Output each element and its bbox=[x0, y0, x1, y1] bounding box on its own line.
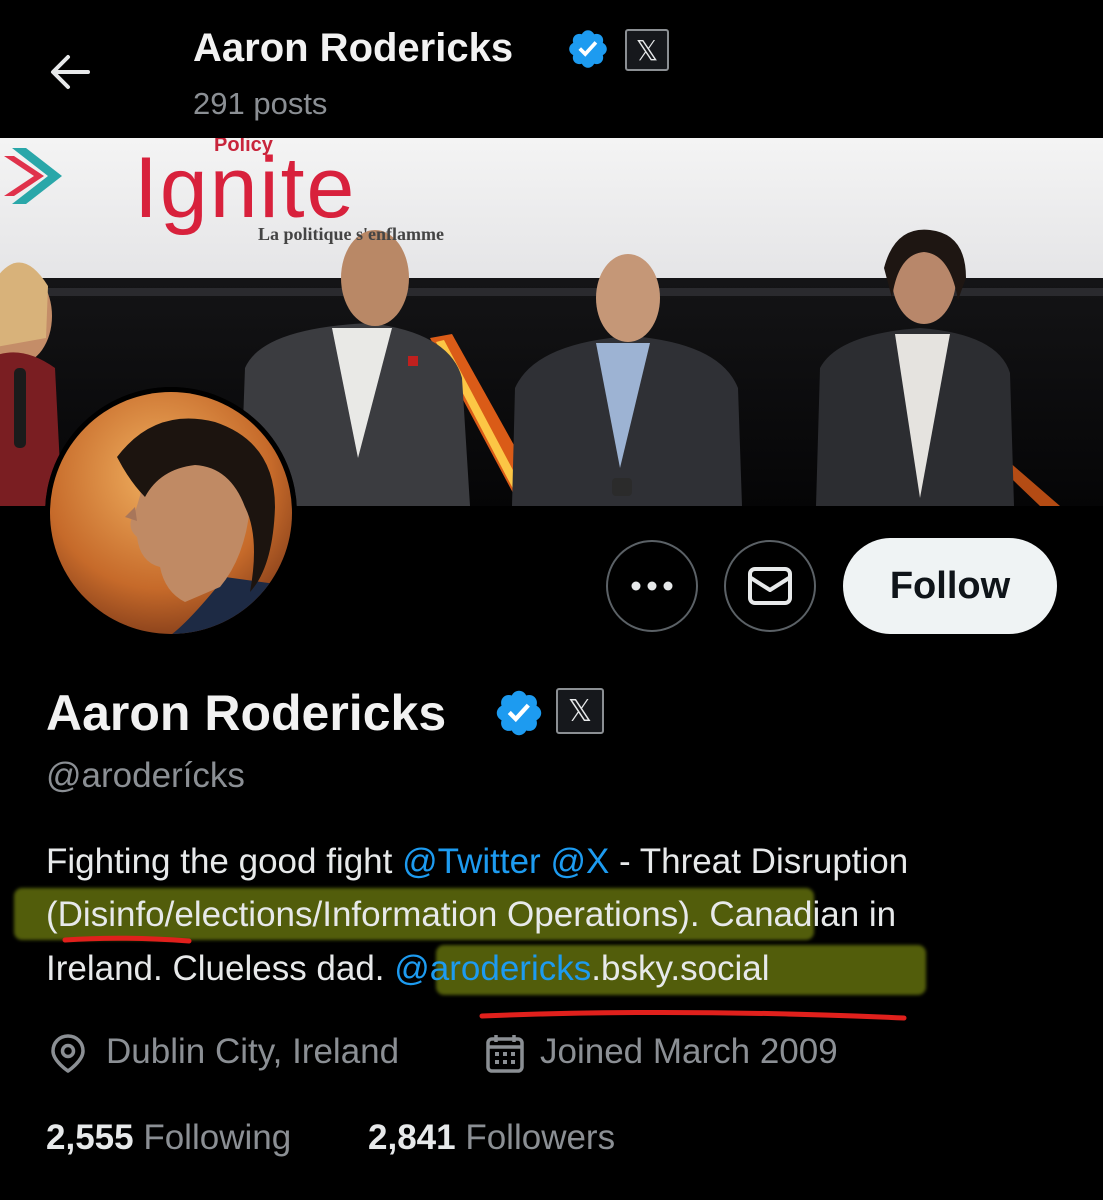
arrow-left-icon bbox=[51, 55, 90, 89]
verified-badge-icon bbox=[569, 30, 607, 68]
followers-link[interactable]: 2,841 Followers bbox=[368, 1118, 615, 1158]
bio-text: Ireland. Clueless dad. bbox=[46, 949, 395, 988]
followers-label: Followers bbox=[465, 1118, 616, 1157]
profile-handle: @aroderícks bbox=[46, 756, 245, 795]
bio-text: Fighting the good fight bbox=[46, 842, 403, 881]
following-label: Following bbox=[143, 1118, 292, 1157]
banner-sign-tagline: La politique s'enflamme bbox=[258, 224, 445, 244]
envelope-icon bbox=[748, 567, 792, 605]
bio-line: (Disinfo/elections/Information Operation… bbox=[46, 895, 897, 934]
followers-count: 2,841 bbox=[368, 1118, 456, 1157]
profile-name: Aaron Rodericks bbox=[46, 685, 447, 741]
profile-location: Dublin City, Ireland bbox=[106, 1032, 400, 1071]
following-link[interactable]: 2,555 Following bbox=[46, 1118, 291, 1158]
more-options-button[interactable] bbox=[606, 540, 698, 632]
mention-link[interactable]: @X bbox=[550, 842, 609, 881]
mention-link[interactable]: @Twitter bbox=[402, 842, 541, 881]
bio-line: Ireland. Clueless dad. @arodericks.bsky.… bbox=[46, 947, 770, 991]
calendar-icon bbox=[486, 1035, 524, 1073]
avatar-image bbox=[45, 387, 297, 639]
location-pin-icon bbox=[51, 1034, 85, 1073]
avatar[interactable] bbox=[45, 387, 297, 639]
x-affiliation-badge[interactable]: 𝕏 bbox=[556, 688, 604, 734]
back-button[interactable] bbox=[44, 48, 96, 96]
red-underline-annotation bbox=[62, 935, 192, 944]
more-horizontal-icon bbox=[631, 581, 673, 591]
follow-button[interactable]: Follow bbox=[843, 538, 1057, 634]
banner-sign-main: Ignite bbox=[134, 140, 357, 236]
message-button[interactable] bbox=[724, 540, 816, 632]
bio-text: .bsky.social bbox=[591, 949, 770, 988]
bio-text: - Threat Disruption bbox=[609, 842, 909, 881]
mention-link[interactable]: @arodericks bbox=[394, 949, 591, 988]
posts-count: 291 posts bbox=[193, 86, 328, 121]
profile-joined-date: Joined March 2009 bbox=[540, 1032, 838, 1071]
x-affiliation-badge[interactable]: 𝕏 bbox=[625, 29, 669, 71]
following-count: 2,555 bbox=[46, 1118, 134, 1157]
bio-line: Fighting the good fight @Twitter @X - Th… bbox=[46, 840, 908, 884]
header-title: Aaron Rodericks bbox=[193, 26, 514, 70]
red-underline-annotation bbox=[479, 1009, 907, 1021]
verified-badge-icon[interactable] bbox=[493, 687, 545, 739]
